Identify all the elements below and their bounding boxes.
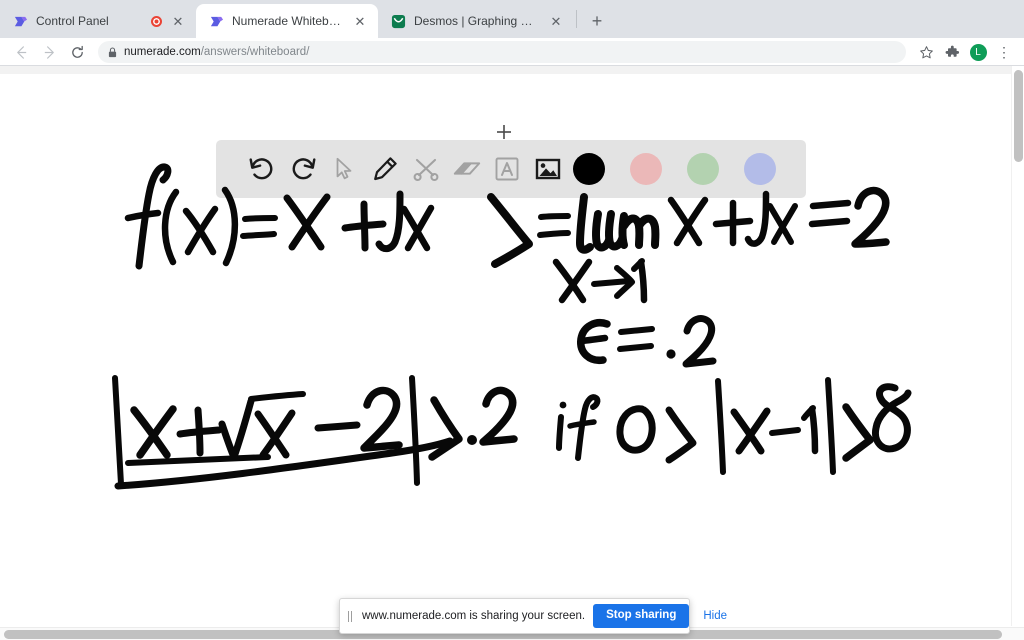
- tab-close-button[interactable]: ✕: [352, 13, 368, 29]
- crosshair-cursor-icon: [496, 124, 512, 140]
- drag-handle-icon[interactable]: [346, 610, 354, 622]
- pencil-icon[interactable]: [364, 148, 405, 190]
- cursor-icon[interactable]: [324, 148, 365, 190]
- url-domain: numerade.com: [124, 46, 201, 58]
- redo-icon[interactable]: [283, 148, 324, 190]
- color-dot: [743, 153, 776, 185]
- chrome-menu-button[interactable]: ⋮: [992, 40, 1016, 64]
- scissors-icon[interactable]: [405, 148, 446, 190]
- tab-strip: Control Panel ✕ Numerade Whiteboard ✕ De…: [0, 0, 1024, 38]
- color-swatch-pink[interactable]: [625, 148, 666, 190]
- color-dot: [686, 153, 719, 185]
- vertical-scrollbar-thumb[interactable]: [1014, 70, 1023, 162]
- image-icon[interactable]: [528, 148, 569, 190]
- recording-indicator-icon: [151, 15, 162, 27]
- screen-sharing-bar: www.numerade.com is sharing your screen.…: [339, 598, 727, 634]
- browser-tab-numerade-whiteboard[interactable]: Numerade Whiteboard ✕: [196, 4, 378, 38]
- tab-close-button[interactable]: ✕: [548, 13, 564, 29]
- color-swatch-black[interactable]: [569, 148, 610, 190]
- url-path: /answers/whiteboard/: [200, 46, 310, 58]
- text-a-icon[interactable]: [487, 148, 528, 190]
- page-top-strip: [0, 66, 1024, 74]
- vertical-scrollbar[interactable]: [1011, 66, 1024, 626]
- hide-sharing-bar-button[interactable]: Hide: [697, 610, 733, 622]
- color-swatch-green[interactable]: [682, 148, 723, 190]
- tab-close-button[interactable]: ✕: [170, 13, 186, 29]
- tab-title: Numerade Whiteboard: [232, 14, 344, 28]
- forward-button[interactable]: [36, 40, 62, 64]
- lock-icon: [108, 46, 117, 58]
- numerade-icon: [208, 13, 224, 29]
- tab-title: Desmos | Graphing Calculator: [414, 14, 540, 28]
- stop-sharing-button[interactable]: Stop sharing: [593, 604, 690, 628]
- undo-icon[interactable]: [242, 148, 283, 190]
- color-dot: [629, 153, 662, 185]
- address-bar[interactable]: numerade.com/answers/whiteboard/: [98, 41, 906, 63]
- extensions-puzzle-icon[interactable]: [940, 40, 964, 64]
- whiteboard-page[interactable]: [0, 66, 1024, 640]
- bookmark-star-icon[interactable]: [914, 40, 938, 64]
- avatar-initial: L: [969, 43, 987, 61]
- url-text: numerade.com/answers/whiteboard/: [124, 46, 309, 58]
- browser-tab-desmos[interactable]: Desmos | Graphing Calculator ✕: [378, 4, 574, 38]
- tab-title: Control Panel: [36, 14, 109, 28]
- eraser-icon[interactable]: [446, 148, 487, 190]
- profile-avatar[interactable]: L: [966, 40, 990, 64]
- new-tab-button[interactable]: +: [583, 7, 611, 35]
- color-swatch-periwinkle[interactable]: [739, 148, 780, 190]
- browser-toolbar: numerade.com/answers/whiteboard/ L ⋮: [0, 38, 1024, 66]
- sharing-message: www.numerade.com is sharing your screen.: [362, 610, 586, 622]
- desmos-icon: [390, 13, 406, 29]
- color-dot: [573, 153, 606, 185]
- tab-divider: [576, 10, 577, 28]
- whiteboard-toolbar: [216, 140, 806, 198]
- reload-button[interactable]: [64, 40, 90, 64]
- back-button[interactable]: [8, 40, 34, 64]
- numerade-icon: [12, 13, 28, 29]
- browser-window: Control Panel ✕ Numerade Whiteboard ✕ De…: [0, 0, 1024, 640]
- browser-tab-control-panel[interactable]: Control Panel ✕: [0, 4, 196, 38]
